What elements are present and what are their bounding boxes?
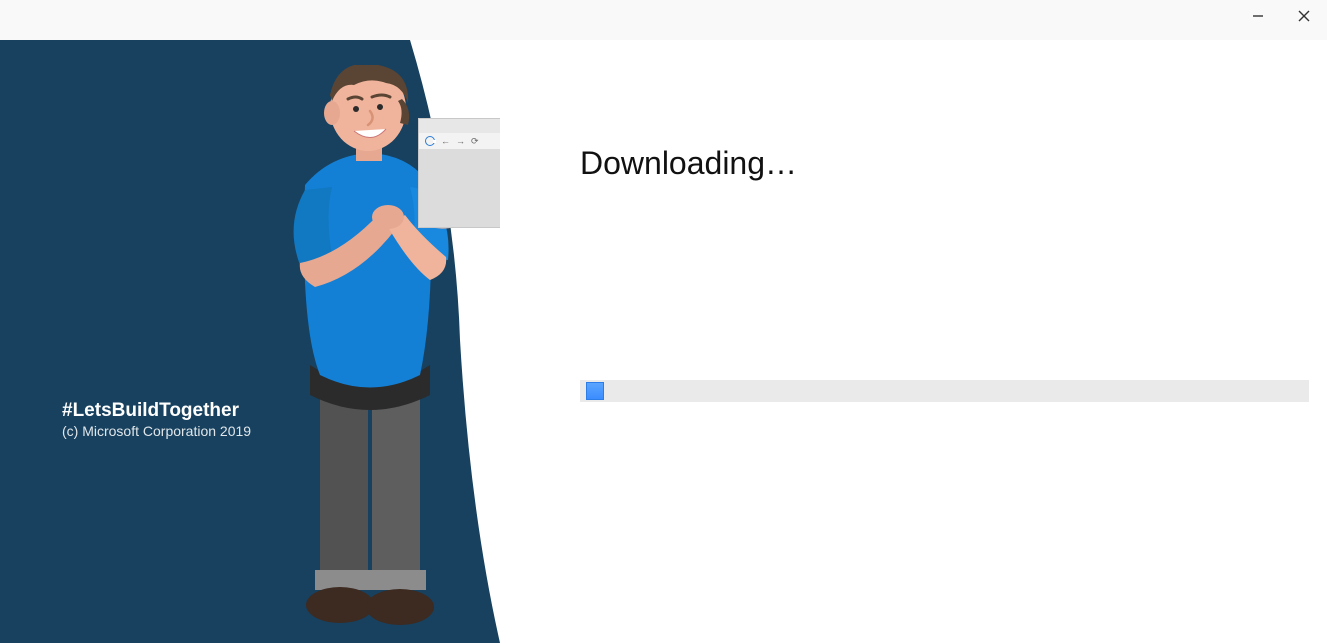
main-panel: Downloading… (580, 40, 1309, 643)
title-bar (0, 0, 1327, 40)
forward-icon: → (456, 136, 465, 146)
progress-bar (580, 380, 1309, 402)
browser-window-illustration: ← → ⟳ (418, 118, 500, 228)
close-icon (1298, 10, 1310, 22)
minimize-button[interactable] (1235, 0, 1281, 32)
progress-indicator (586, 382, 604, 400)
copyright-text: (c) Microsoft Corporation 2019 (62, 423, 251, 439)
refresh-icon: ⟳ (471, 136, 479, 147)
status-text: Downloading… (580, 145, 797, 182)
back-icon: ← (441, 136, 450, 146)
hashtag-text: #LetsBuildTogether (62, 400, 239, 422)
close-button[interactable] (1281, 0, 1327, 32)
edge-logo-icon (425, 136, 435, 146)
hero-panel: ← → ⟳ #LetsBuildTogether (c) Microsoft C… (0, 40, 500, 643)
minimize-icon (1252, 10, 1264, 22)
